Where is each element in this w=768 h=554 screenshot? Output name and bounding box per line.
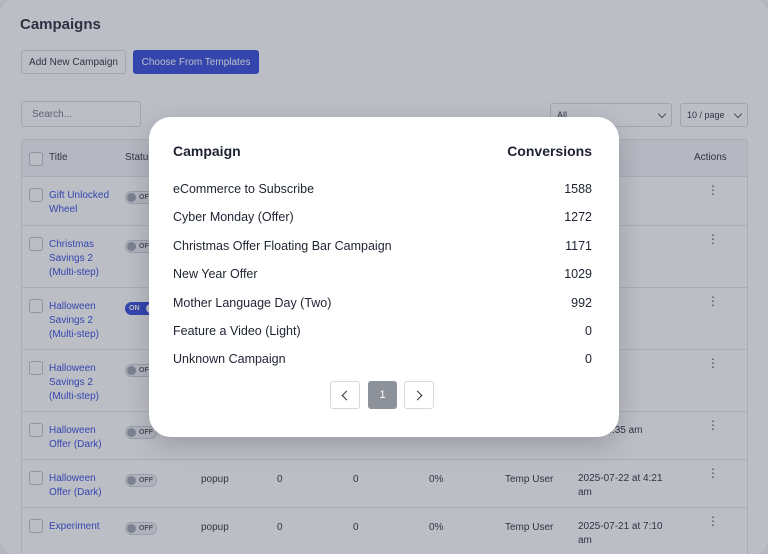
previous-page-button[interactable] [330, 381, 360, 409]
modal-conversion-count: 1171 [565, 238, 592, 253]
modal-campaign-name: eCommerce to Subscribe [173, 182, 315, 196]
modal-campaign-name: Cyber Monday (Offer) [173, 210, 294, 225]
modal-campaign-row: eCommerce to Subscribe 1588 [173, 182, 592, 202]
modal-campaign-name: Mother Language Day (Two) [173, 295, 332, 310]
chevron-left-icon [341, 390, 352, 400]
modal-conversion-count: 0 [585, 324, 592, 338]
modal-conversion-count: 1588 [564, 182, 592, 196]
modal-conversion-count: 992 [571, 295, 592, 310]
modal-campaign-name: New Year Offer [173, 267, 258, 282]
modal-campaign-row: Feature a Video (Light) 0 [173, 324, 592, 344]
modal-campaign-row: New Year Offer 1029 [173, 267, 592, 287]
modal-campaign-name: Feature a Video (Light) [173, 324, 301, 338]
modal-campaign-row: Christmas Offer Floating Bar Campaign 117… [173, 239, 592, 259]
modal-campaign-name: Christmas Offer Floating Bar Campaign [173, 238, 392, 253]
modal-conversion-count: 1272 [564, 210, 592, 225]
modal-campaign-row: Unknown Campaign 0 [173, 352, 592, 372]
modal-conversion-count: 0 [585, 352, 592, 367]
modal-conversion-count: 1029 [564, 267, 592, 282]
page-number-button[interactable]: 1 [368, 381, 397, 409]
next-page-button[interactable] [404, 381, 434, 409]
modal-campaign-name: Unknown Campaign [173, 352, 286, 367]
chevron-right-icon [412, 390, 423, 400]
modal-campaign-row: Mother Language Day (Two) 992 [173, 296, 592, 316]
modal-header-campaign: Campaign [173, 143, 241, 159]
top-conversions-modal: Campaign Conversions eCommerce to Subscr… [149, 117, 619, 437]
modal-campaign-row: Cyber Monday (Offer) 1272 [173, 210, 592, 230]
modal-header-conversions: Conversions [507, 143, 592, 159]
